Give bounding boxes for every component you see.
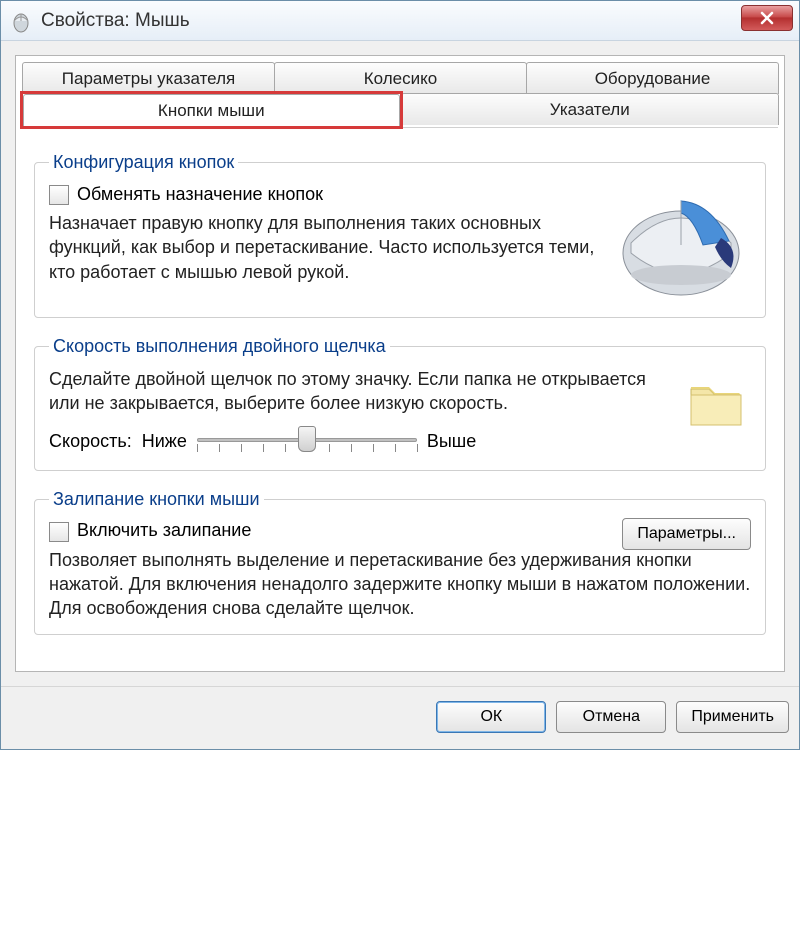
group-legend: Скорость выполнения двойного щелчка <box>49 336 390 357</box>
close-icon <box>760 11 774 25</box>
doubleclick-test-folder[interactable] <box>681 367 751 437</box>
group-doubleclick-speed: Скорость выполнения двойного щелчка Сдел… <box>34 336 766 471</box>
group-legend: Залипание кнопки мыши <box>49 489 264 510</box>
slider-thumb[interactable] <box>298 426 316 452</box>
doubleclick-speed-slider[interactable] <box>197 428 417 456</box>
doubleclick-description: Сделайте двойной щелчок по этому значку.… <box>49 367 663 416</box>
apply-button[interactable]: Применить <box>676 701 789 733</box>
speed-low-label: Ниже <box>142 431 187 452</box>
clicklock-checkbox[interactable] <box>49 522 69 542</box>
dialog-body: Параметры указателя Колесико Оборудовани… <box>1 41 799 686</box>
group-legend: Конфигурация кнопок <box>49 152 238 173</box>
swap-buttons-description: Назначает правую кнопку для выполнения т… <box>49 211 601 284</box>
tab-pointers[interactable]: Указатели <box>401 93 780 125</box>
speed-high-label: Выше <box>427 431 476 452</box>
group-clicklock: Залипание кнопки мыши Включить залипание… <box>34 489 766 636</box>
clicklock-label: Включить залипание <box>77 520 251 541</box>
group-button-config: Конфигурация кнопок Обменять назначение … <box>34 152 766 318</box>
clicklock-description: Позволяет выполнять выделение и перетаск… <box>49 548 751 621</box>
cancel-button[interactable]: Отмена <box>556 701 666 733</box>
ok-button[interactable]: ОК <box>436 701 546 733</box>
dialog-footer: ОК Отмена Применить <box>1 686 799 749</box>
mouse-properties-window: Свойства: Мышь Параметры указателя Колес… <box>0 0 800 750</box>
tab-buttons[interactable]: Кнопки мыши <box>23 94 400 126</box>
close-button[interactable] <box>741 5 793 31</box>
mouse-icon <box>9 9 33 33</box>
tab-hardware[interactable]: Оборудование <box>526 62 779 94</box>
tab-content-buttons: Конфигурация кнопок Обменять назначение … <box>22 127 778 671</box>
mouse-illustration <box>611 183 751 303</box>
swap-buttons-label: Обменять назначение кнопок <box>77 184 323 205</box>
window-title: Свойства: Мышь <box>41 10 190 32</box>
titlebar: Свойства: Мышь <box>1 1 799 41</box>
active-tab-highlight: Кнопки мыши <box>20 91 403 129</box>
speed-label: Скорость: <box>49 431 132 452</box>
tab-wheel[interactable]: Колесико <box>274 62 527 94</box>
tab-pointer-options[interactable]: Параметры указателя <box>22 62 275 94</box>
clicklock-settings-button[interactable]: Параметры... <box>622 518 751 550</box>
swap-buttons-checkbox[interactable] <box>49 185 69 205</box>
tabs: Параметры указателя Колесико Оборудовани… <box>15 55 785 672</box>
